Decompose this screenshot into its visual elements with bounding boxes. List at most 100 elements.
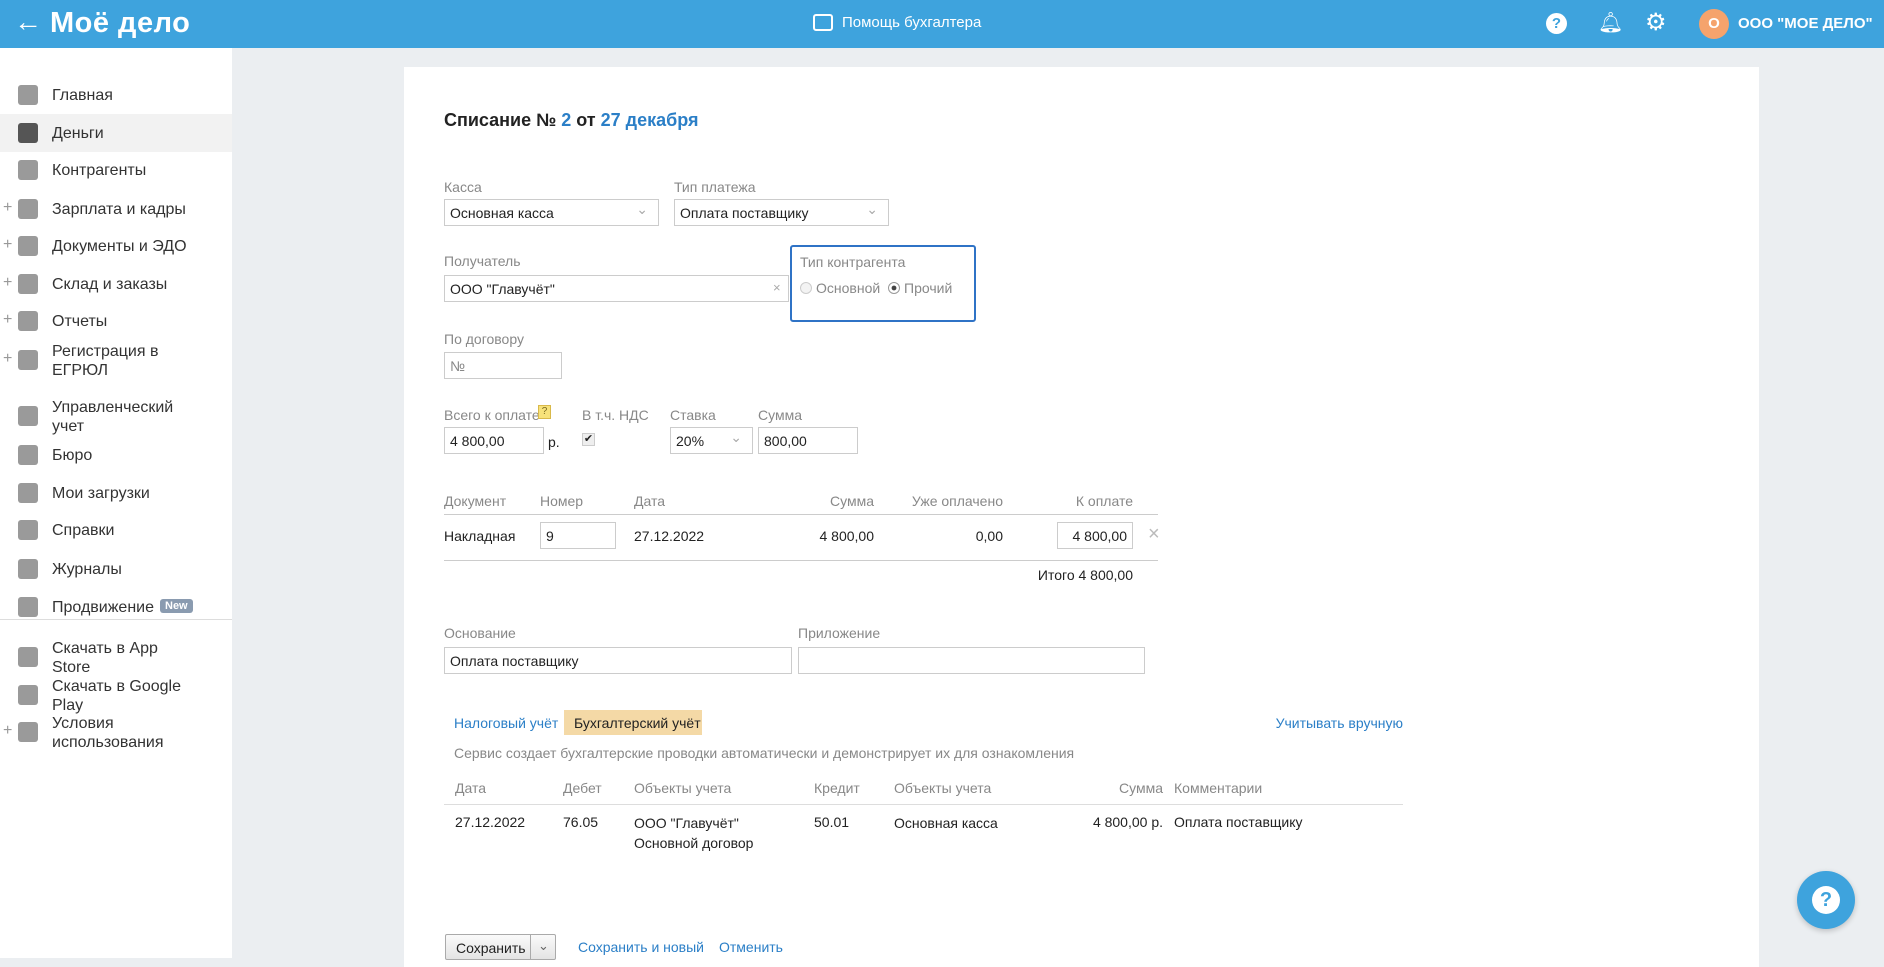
radio-other-label[interactable]: Прочий: [904, 280, 952, 296]
entry-debit: 76.05: [563, 814, 599, 830]
tab-tax[interactable]: Налоговый учёт: [454, 715, 558, 731]
top-header: ← Моё дело Помощь бухгалтера ? 🔔︎ ⚙ О ОО…: [0, 0, 1884, 48]
promotion-icon: [18, 597, 38, 617]
expand-icon[interactable]: +: [3, 722, 12, 740]
sidebar-item-promotion[interactable]: Продвижение New: [0, 588, 232, 626]
accounting-description: Сервис создает бухгалтерские проводки ав…: [454, 745, 1075, 761]
save-new-link[interactable]: Сохранить и новый: [578, 939, 704, 955]
sidebar-item-label: Журналы: [52, 561, 122, 578]
entry-debit-obj2: Основной договор: [634, 835, 754, 851]
question-icon: ?: [1812, 886, 1840, 914]
sidebar-item-apple[interactable]: Скачать в App Store: [0, 638, 232, 676]
sidebar-item-money[interactable]: Деньги: [0, 114, 232, 152]
sidebar-item-google-play[interactable]: Скачать в Google Play: [0, 676, 232, 714]
total-label: Всего к оплате: [444, 407, 540, 423]
col-credit-objects: Объекты учета: [894, 780, 992, 796]
to-pay-input[interactable]: 4 800,00: [1057, 522, 1133, 549]
sidebar-item-reference[interactable]: Справки: [0, 511, 232, 549]
kassa-select[interactable]: Основная касса: [444, 199, 659, 226]
radio-main-label[interactable]: Основной: [816, 280, 880, 296]
radio-main[interactable]: [800, 282, 812, 294]
folder-icon: [18, 236, 38, 256]
report-icon: [18, 311, 38, 331]
manual-link[interactable]: Учитывать вручную: [1276, 715, 1403, 731]
rate-label: Ставка: [670, 407, 716, 423]
sidebar-item-wallet[interactable]: + Зарплата и кадры: [0, 190, 232, 228]
contractor-type-box: Тип контрагента Основной Прочий: [790, 245, 976, 322]
attachment-input[interactable]: [798, 647, 1145, 674]
sidebar-item-folder[interactable]: Мои загрузки: [0, 474, 232, 512]
cancel-link[interactable]: Отменить: [719, 939, 783, 955]
contract-input[interactable]: №: [444, 352, 562, 379]
rate-select[interactable]: 20%: [670, 427, 753, 454]
save-button-group: Сохранить ⌄: [445, 934, 556, 960]
google-play-icon: [18, 685, 38, 705]
gear-icon[interactable]: ⚙: [1645, 8, 1667, 37]
doc-date: 27.12.2022: [634, 528, 705, 544]
company-name[interactable]: ООО "МОЕ ДЕЛО": [1738, 15, 1873, 32]
help-icon[interactable]: ?: [1546, 13, 1567, 34]
vat-sum-input[interactable]: 800,00: [758, 427, 858, 454]
sidebar-item-management[interactable]: Управленческий учет: [0, 397, 232, 435]
sidebar-item-label: Регистрация в ЕГРЮЛ: [52, 343, 159, 379]
remove-row-icon[interactable]: ×: [1148, 523, 1160, 546]
sidebar-item-folder[interactable]: + Документы и ЭДО: [0, 227, 232, 265]
sidebar: Главная Деньги Контрагенты + Зарплата и кадр…: [0, 48, 232, 958]
help-center-link[interactable]: Помощь бухгалтера: [842, 14, 981, 31]
sidebar-item-briefcase[interactable]: Бюро: [0, 436, 232, 474]
save-button[interactable]: Сохранить: [456, 940, 526, 956]
contractors-icon: [18, 160, 38, 180]
total-help-icon[interactable]: ?: [538, 405, 551, 419]
col-sum: Сумма: [830, 493, 874, 509]
floating-help-button[interactable]: ?: [1797, 871, 1855, 929]
wallet-icon: [18, 199, 38, 219]
sidebar-item-label: Справки: [52, 522, 115, 539]
sidebar-item-warehouse[interactable]: + Склад и заказы: [0, 265, 232, 303]
expand-icon[interactable]: +: [3, 311, 12, 329]
apple-icon: [18, 647, 38, 667]
docs-total: Итого 4 800,00: [1037, 567, 1133, 583]
contract-label: По договору: [444, 331, 524, 347]
basis-input[interactable]: Оплата поставщику: [444, 647, 792, 674]
entry-credit-obj: Основная касса: [894, 815, 998, 831]
doc-number[interactable]: 2: [561, 110, 571, 130]
recipient-input[interactable]: ООО "Главучёт": [444, 275, 789, 302]
doc-date[interactable]: 27 декабря: [601, 110, 699, 130]
save-dropdown-icon[interactable]: ⌄: [530, 935, 556, 959]
sidebar-item-registration[interactable]: + Регистрация в ЕГРЮЛ: [0, 341, 232, 379]
sidebar-item-label: Условия использования: [52, 715, 164, 751]
contractor-type-label: Тип контрагента: [800, 254, 906, 270]
doc-number-input[interactable]: 9: [540, 522, 616, 549]
payment-type-select[interactable]: Оплата поставщику: [674, 199, 889, 226]
avatar[interactable]: О: [1699, 9, 1729, 39]
col-to-pay: К оплате: [1075, 493, 1133, 509]
sidebar-item-home[interactable]: Главная: [0, 76, 232, 114]
vat-checkbox[interactable]: ✔: [582, 433, 595, 446]
expand-icon[interactable]: +: [3, 199, 12, 217]
expand-icon[interactable]: +: [3, 236, 12, 254]
sidebar-item-label: Документы и ЭДО: [52, 238, 187, 255]
sidebar-item-journal[interactable]: Журналы: [0, 550, 232, 588]
sidebar-item-more[interactable]: + Условия использования: [0, 713, 232, 751]
expand-icon[interactable]: +: [3, 274, 12, 292]
help-center-icon[interactable]: [813, 14, 833, 31]
document-card: Списание № 2 от 27 декабря Касса Основна…: [404, 67, 1759, 967]
doc-paid: 0,00: [975, 528, 1003, 544]
expand-icon[interactable]: +: [3, 350, 12, 368]
col-entry-date: Дата: [455, 780, 487, 796]
sidebar-item-contractors[interactable]: Контрагенты: [0, 151, 232, 189]
col-debit: Дебет: [563, 780, 602, 796]
bell-icon[interactable]: 🔔︎: [1598, 10, 1623, 35]
col-paid: Уже оплачено: [911, 493, 1003, 509]
total-input[interactable]: 4 800,00: [444, 427, 544, 454]
radio-other[interactable]: [888, 282, 900, 294]
home-icon: [18, 85, 38, 105]
logo[interactable]: Моё дело: [50, 7, 190, 40]
col-date: Дата: [634, 493, 666, 509]
clear-recipient-icon[interactable]: ×: [773, 280, 781, 295]
back-arrow-icon[interactable]: ←: [14, 6, 42, 38]
new-badge: New: [160, 599, 193, 613]
sidebar-item-report[interactable]: + Отчеты: [0, 302, 232, 340]
tab-accounting[interactable]: Бухгалтерский учёт: [564, 710, 702, 735]
sidebar-item-label: Продвижение: [52, 599, 154, 616]
